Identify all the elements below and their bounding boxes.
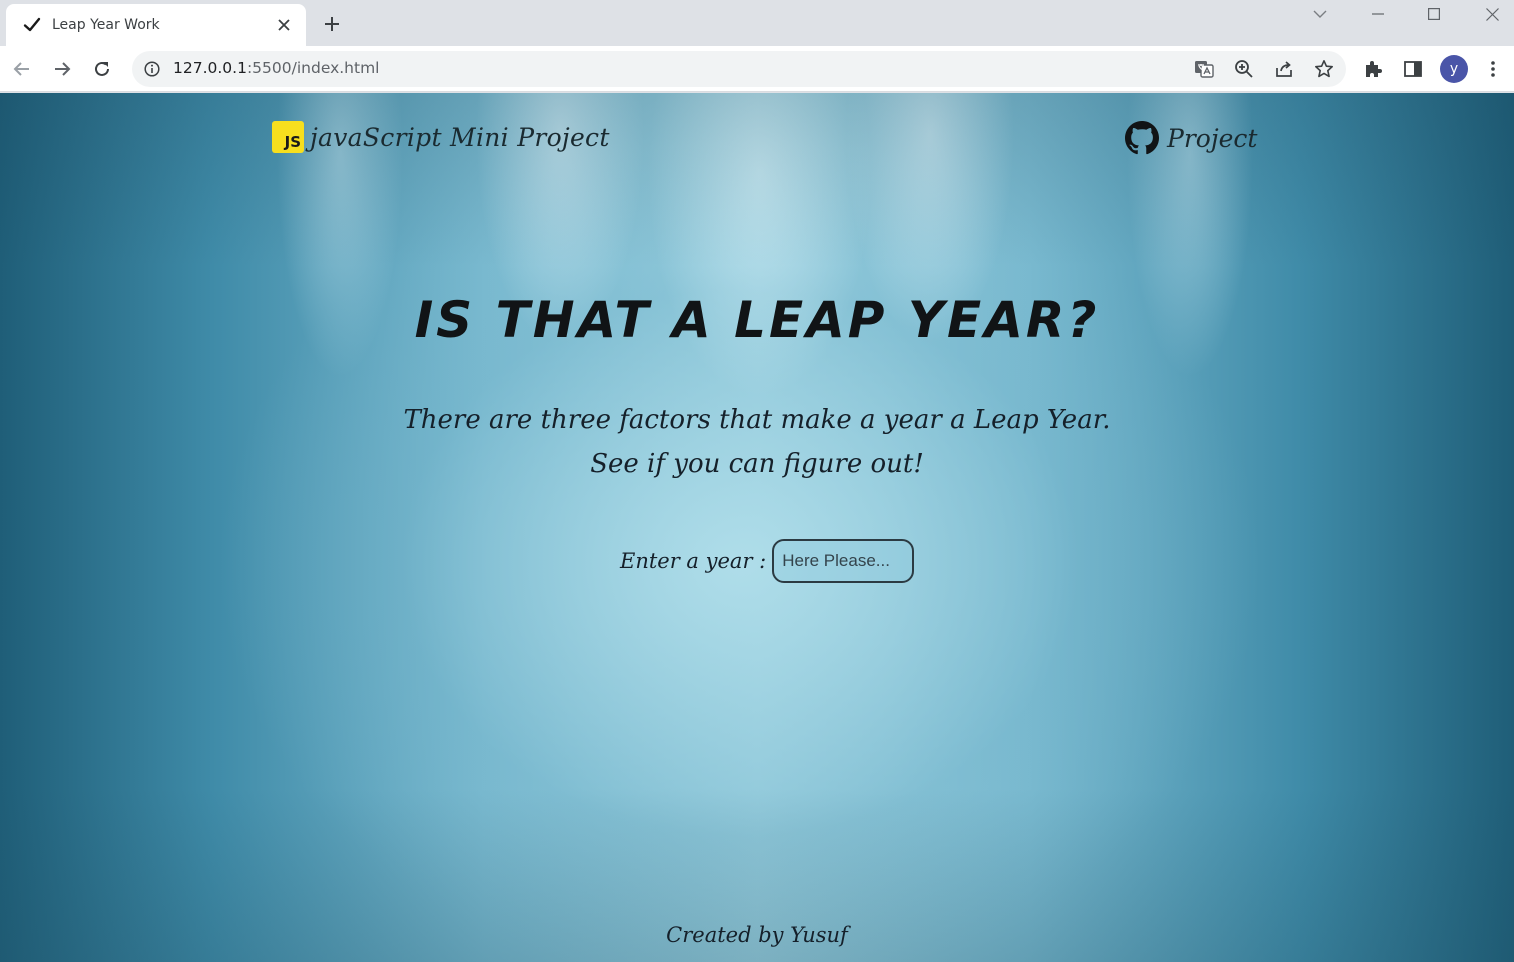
- side-panel-icon[interactable]: [1400, 56, 1426, 82]
- extensions-icon[interactable]: [1360, 56, 1386, 82]
- tab-title: Leap Year Work: [52, 17, 160, 33]
- close-tab-icon[interactable]: [274, 15, 294, 35]
- forward-icon[interactable]: [46, 53, 78, 85]
- year-input-label: Enter a year :: [620, 549, 767, 573]
- page-title: IS THAT A LEAP YEAR?: [414, 291, 1100, 349]
- github-link-label: Project: [1167, 123, 1258, 153]
- url-text: 127.0.0.1:5500/index.html: [173, 59, 380, 77]
- background-overlay: [0, 93, 1514, 962]
- tab-search-icon[interactable]: [1298, 0, 1342, 28]
- close-window-icon[interactable]: [1470, 0, 1514, 28]
- javascript-logo-icon: JS: [272, 121, 304, 153]
- github-project-link[interactable]: Project: [1125, 121, 1257, 155]
- zoom-icon[interactable]: [1232, 57, 1256, 81]
- brand-header[interactable]: JS javaScript Mini Project: [272, 121, 610, 153]
- browser-toolbar: 127.0.0.1:5500/index.html: [0, 46, 1514, 92]
- checkmark-icon: [22, 15, 42, 35]
- share-icon[interactable]: [1272, 57, 1296, 81]
- year-input[interactable]: [772, 539, 915, 583]
- tab-strip: Leap Year Work: [0, 0, 1514, 46]
- menu-kebab-icon[interactable]: [1480, 56, 1506, 82]
- browser-tab[interactable]: Leap Year Work: [6, 4, 306, 46]
- address-bar[interactable]: 127.0.0.1:5500/index.html: [132, 51, 1346, 87]
- maximize-icon[interactable]: [1412, 0, 1456, 28]
- profile-avatar[interactable]: y: [1440, 55, 1468, 83]
- brand-title: javaScript Mini Project: [310, 122, 610, 152]
- site-info-icon[interactable]: [142, 59, 162, 79]
- reload-icon[interactable]: [86, 53, 118, 85]
- year-form: Enter a year :: [620, 539, 915, 583]
- subtitle-line-2: See if you can figure out!: [590, 449, 924, 479]
- subtitle-line-1: There are three factors that make a year…: [403, 405, 1111, 435]
- github-icon: [1125, 121, 1159, 155]
- page-viewport: JS javaScript Mini Project Project IS TH…: [0, 93, 1514, 962]
- translate-icon[interactable]: [1192, 57, 1216, 81]
- footer-credit: Created by Yusuf: [666, 923, 848, 947]
- back-icon[interactable]: [6, 53, 38, 85]
- bookmark-star-icon[interactable]: [1312, 57, 1336, 81]
- new-tab-button[interactable]: [318, 10, 346, 38]
- minimize-icon[interactable]: [1356, 0, 1400, 28]
